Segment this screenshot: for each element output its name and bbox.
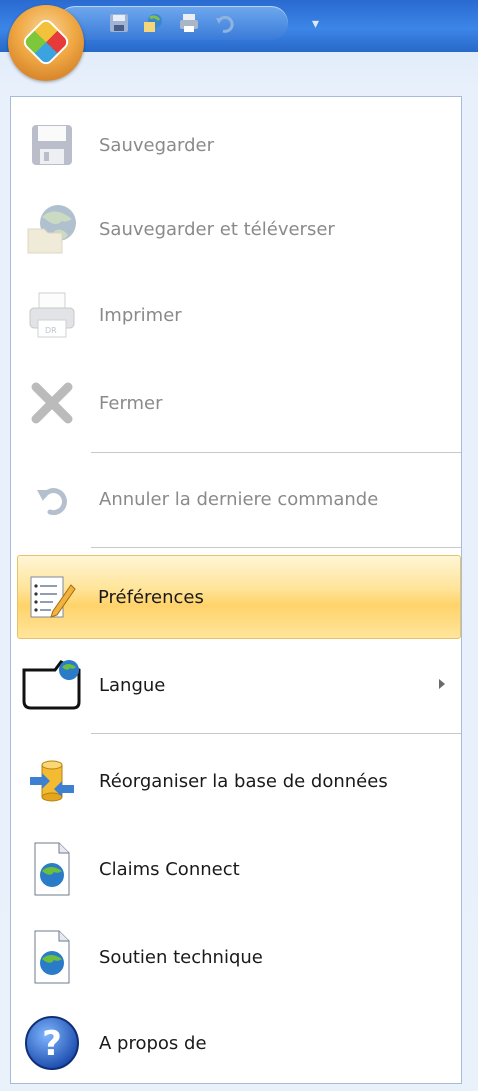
app-logo-icon [23, 19, 69, 65]
qat-print-icon[interactable] [178, 12, 200, 34]
qat-undo-icon[interactable] [214, 12, 236, 34]
menu-item-about[interactable]: ? A propos de [19, 1001, 459, 1085]
menu-item-label: Annuler la derniere commande [99, 488, 379, 510]
menu-item-close[interactable]: Fermer [19, 361, 459, 445]
menu-item-save[interactable]: Sauvegarder [19, 103, 459, 187]
close-icon [19, 370, 85, 436]
web-document-icon [19, 924, 85, 990]
qat-customize-chevron-icon[interactable]: ▾ [312, 16, 319, 32]
application-window: ▾ Sauvegarder Sauvegarder et téléverser … [0, 0, 478, 1091]
menu-item-label: Langue [99, 674, 166, 696]
menu-item-label: Claims Connect [99, 858, 240, 880]
menu-item-label: Réorganiser la base de données [99, 770, 388, 792]
quick-access-toolbar [58, 6, 288, 40]
printer-icon: DR [19, 282, 85, 348]
menu-item-reorganize-database[interactable]: Réorganiser la base de données [19, 739, 459, 823]
submenu-arrow-icon [439, 679, 445, 689]
menu-item-technical-support[interactable]: Soutien technique [19, 915, 459, 999]
menu-item-label: Soutien technique [99, 946, 263, 968]
database-reorganize-icon [19, 748, 85, 814]
menu-item-undo[interactable]: Annuler la derniere commande [19, 457, 459, 541]
menu-item-label: Imprimer [99, 304, 182, 326]
menu-item-label: A propos de [99, 1032, 207, 1054]
menu-item-label: Sauvegarder et téléverser [99, 218, 335, 240]
undo-icon [19, 466, 85, 532]
qat-save-icon[interactable] [108, 12, 130, 34]
menu-item-label: Préférences [98, 586, 204, 608]
save-upload-icon [19, 196, 85, 262]
application-menu: Sauvegarder Sauvegarder et téléverser DR… [10, 96, 462, 1084]
application-menu-button[interactable] [8, 5, 84, 81]
svg-text:DR: DR [45, 326, 57, 335]
menu-item-label: Sauvegarder [99, 134, 215, 156]
menu-item-preferences[interactable]: Préférences [17, 555, 461, 639]
menu-separator [91, 452, 461, 453]
web-document-icon [19, 836, 85, 902]
menu-item-print[interactable]: DR Imprimer [19, 273, 459, 357]
menu-item-save-upload[interactable]: Sauvegarder et téléverser [19, 187, 459, 271]
menu-item-language[interactable]: Langue [19, 643, 459, 727]
help-icon: ? [19, 1010, 85, 1076]
menu-item-label: Fermer [99, 392, 163, 414]
menu-item-claims-connect[interactable]: Claims Connect [19, 827, 459, 911]
menu-separator [91, 733, 461, 734]
menu-separator [91, 547, 461, 548]
language-icon [19, 652, 85, 718]
svg-text:?: ? [42, 1024, 62, 1064]
qat-save-upload-icon[interactable] [142, 12, 164, 34]
preferences-icon [18, 564, 84, 630]
save-icon [19, 112, 85, 178]
